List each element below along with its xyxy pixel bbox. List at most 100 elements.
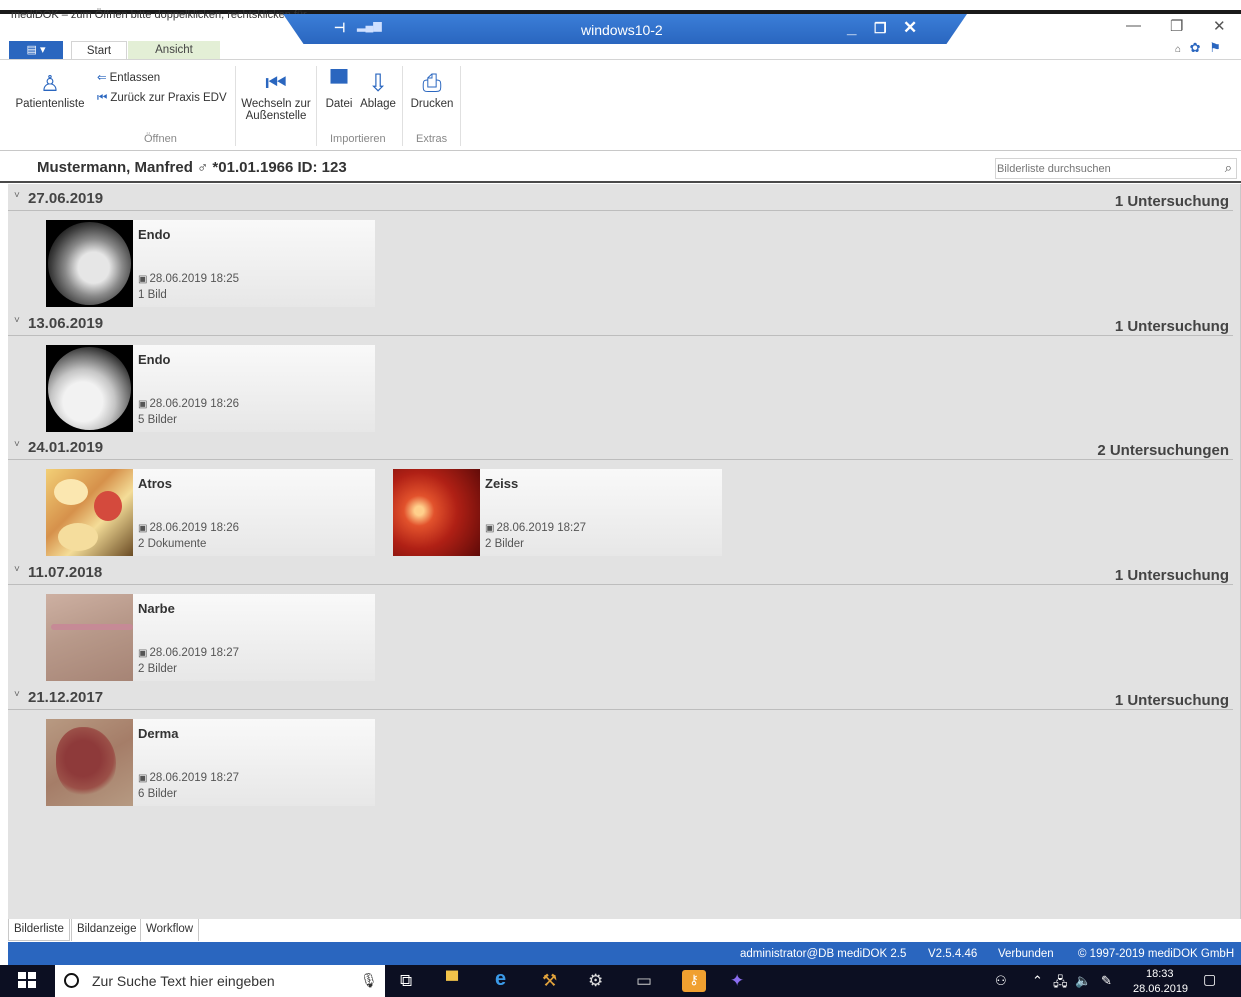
- signal-icon: ▂▄▆: [357, 20, 382, 32]
- group-count: 1 Untersuchung: [1114, 692, 1229, 709]
- save-icon: ▣: [138, 523, 148, 534]
- card-date-text: 28.06.2019 18:26: [149, 398, 239, 410]
- card-title: Derma: [138, 726, 179, 741]
- group-header[interactable]: ˅ 27.06.2019 1 Untersuchung: [8, 185, 1233, 211]
- exam-card[interactable]: Endo ▣ 28.06.2019 18:26 5 Bilder: [46, 345, 375, 432]
- tray-expand-icon[interactable]: ⌃: [1032, 973, 1043, 989]
- medidok-app-icon[interactable]: ✦: [730, 971, 744, 991]
- card-count: 2 Bilder: [485, 538, 524, 550]
- status-version: V2.5.4.46: [928, 948, 978, 960]
- card-count: 1 Bild: [138, 289, 167, 301]
- monitor-icon[interactable]: ▭: [636, 971, 652, 991]
- card-count: 6 Bilder: [138, 788, 177, 800]
- flag-icon[interactable]: ⚑: [1209, 40, 1221, 55]
- group-header[interactable]: ˅ 21.12.2017 1 Untersuchung: [8, 684, 1233, 710]
- ribbon: [0, 59, 1241, 151]
- notification-icon[interactable]: ▢: [1203, 971, 1216, 988]
- endoscopy-thumbnail: [46, 345, 133, 432]
- chevron-down-icon[interactable]: ˅: [14, 689, 20, 700]
- taskbar: Zur Suche Text hier eingeben 🎙 ⧉ ▀ e ⚒ ⚙…: [0, 965, 1241, 997]
- remote-desktop-title: windows10-2: [581, 22, 663, 38]
- settings-icon[interactable]: ✿: [1190, 40, 1201, 55]
- user-icon: ♙: [40, 71, 60, 96]
- joint-thumbnail: [46, 469, 133, 556]
- group-date: 11.07.2018: [28, 564, 103, 581]
- ribbon-right-toolbar: ⌂ ✿ ⚑: [1170, 40, 1221, 56]
- microphone-icon[interactable]: 🎙: [360, 972, 378, 989]
- tab-bilderliste[interactable]: Bilderliste: [8, 919, 70, 941]
- restore-icon[interactable]: ❐: [1170, 17, 1183, 35]
- wechseln-label-line2: Außenstelle: [245, 110, 307, 122]
- wechseln-button[interactable]: ⏮ Wechseln zur Außenstelle: [240, 70, 312, 122]
- file-explorer-icon[interactable]: ▀: [446, 971, 458, 991]
- search-box[interactable]: ⌕: [995, 158, 1237, 179]
- group-header[interactable]: ˅ 24.01.2019 2 Untersuchungen: [8, 434, 1233, 460]
- tools-icon[interactable]: ⚒: [542, 971, 557, 991]
- pin-icon[interactable]: ⊣: [334, 20, 345, 36]
- card-date: ▣ 28.06.2019 18:27: [138, 647, 239, 659]
- pen-icon[interactable]: ✎: [1101, 973, 1112, 989]
- tab-workflow[interactable]: Workflow: [140, 919, 200, 941]
- people-icon[interactable]: ⚇: [995, 973, 1007, 989]
- status-copyright: © 1997-2019 mediDOK GmbH: [1078, 948, 1235, 960]
- group-header[interactable]: ˅ 13.06.2019 1 Untersuchung: [8, 310, 1233, 336]
- collapse-ribbon-icon[interactable]: ⌂: [1175, 44, 1181, 55]
- inbox-download-icon: ⇩: [367, 70, 389, 97]
- chevron-down-icon[interactable]: ˅: [14, 190, 20, 201]
- back-to-edv-icon: ⏮: [97, 92, 108, 104]
- exam-card[interactable]: Derma ▣ 28.06.2019 18:27 6 Bilder: [46, 719, 375, 806]
- edge-browser-icon[interactable]: e: [495, 969, 506, 989]
- key-app-icon[interactable]: ⚷: [682, 970, 706, 992]
- exam-card[interactable]: Endo ▣ 28.06.2019 18:25 1 Bild: [46, 220, 375, 307]
- drucken-button[interactable]: ⎙ Drucken: [408, 70, 456, 110]
- exam-card[interactable]: Zeiss ▣ 28.06.2019 18:27 2 Bilder: [393, 469, 722, 556]
- close-icon[interactable]: ✕: [1213, 17, 1226, 35]
- cortana-icon[interactable]: [64, 973, 79, 988]
- card-date-text: 28.06.2019 18:27: [496, 522, 586, 534]
- group-label-extras: Extras: [416, 133, 448, 145]
- network-icon[interactable]: 🖧: [1053, 973, 1068, 995]
- exam-card[interactable]: Atros ▣ 28.06.2019 18:26 2 Dokumente: [46, 469, 375, 556]
- zurueck-button[interactable]: ⏮ Zurück zur Praxis EDV: [97, 92, 227, 105]
- card-date: ▣ 28.06.2019 18:26: [138, 398, 239, 410]
- search-input[interactable]: [997, 160, 1217, 177]
- status-bar: administrator@DB mediDOK 2.5 V2.5.4.46 V…: [8, 942, 1241, 965]
- entlassen-button[interactable]: ⇐ Entlassen: [97, 70, 160, 84]
- app-menu-button[interactable]: ▤ ▾: [9, 41, 63, 59]
- ablage-button[interactable]: ⇩ Ablage: [358, 70, 398, 110]
- task-view-icon[interactable]: ⧉: [400, 971, 412, 991]
- clock-date[interactable]: 28.06.2019: [1133, 983, 1188, 995]
- volume-icon[interactable]: 🔈: [1075, 973, 1091, 989]
- tab-ansicht[interactable]: Ansicht: [128, 41, 220, 60]
- chevron-down-icon[interactable]: ˅: [14, 439, 20, 450]
- clock-time[interactable]: 18:33: [1146, 968, 1174, 980]
- card-title: Endo: [138, 227, 171, 242]
- exam-card[interactable]: Narbe ▣ 28.06.2019 18:27 2 Bilder: [46, 594, 375, 681]
- printer-icon: ⎙: [422, 70, 442, 97]
- scar-thumbnail: [46, 594, 133, 681]
- datei-button[interactable]: ▀ Datei: [322, 70, 356, 110]
- chevron-down-icon[interactable]: ˅: [14, 315, 20, 326]
- group-label-importieren: Importieren: [330, 133, 386, 145]
- save-icon: ▣: [138, 773, 148, 784]
- save-icon: ▣: [138, 274, 148, 285]
- minimize-icon[interactable]: —: [1126, 17, 1141, 34]
- rdp-restore-icon[interactable]: ❐: [874, 20, 887, 37]
- taskbar-search[interactable]: Zur Suche Text hier eingeben 🎙: [55, 965, 385, 997]
- card-title: Atros: [138, 476, 172, 491]
- group-date: 21.12.2017: [28, 689, 104, 706]
- search-icon[interactable]: ⌕: [1225, 160, 1232, 176]
- status-user: administrator@DB mediDOK 2.5: [740, 948, 907, 960]
- rdp-close-icon[interactable]: ✕: [903, 18, 917, 38]
- patientenliste-button[interactable]: ♙ Patientenliste: [14, 70, 86, 110]
- windows-start-icon[interactable]: [18, 972, 38, 990]
- settings-gear-icon[interactable]: ⚙: [588, 971, 603, 991]
- chevron-down-icon[interactable]: ˅: [14, 564, 20, 575]
- card-title: Narbe: [138, 601, 175, 616]
- group-header[interactable]: ˅ 11.07.2018 1 Untersuchung: [8, 559, 1233, 585]
- card-title: Endo: [138, 352, 171, 367]
- entlassen-label: Entlassen: [109, 72, 161, 84]
- tab-start[interactable]: Start: [71, 41, 127, 60]
- tab-bildanzeige[interactable]: Bildanzeige: [71, 919, 141, 941]
- rdp-minimize-icon[interactable]: _: [847, 18, 856, 38]
